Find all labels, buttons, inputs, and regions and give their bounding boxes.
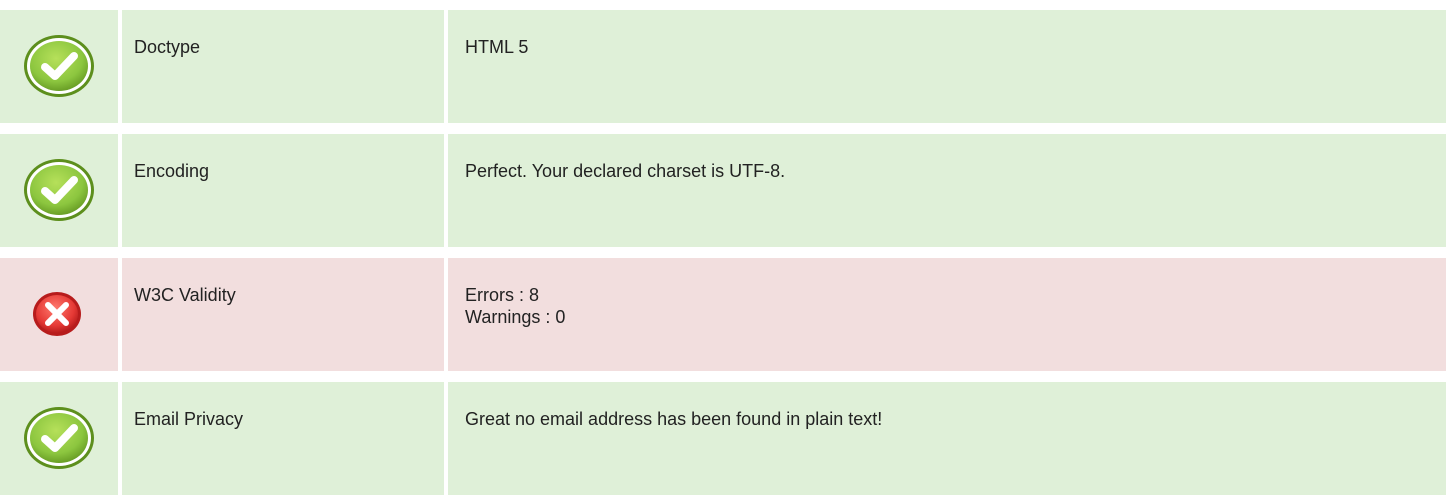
status-icon-cell: [0, 10, 118, 123]
check-row-doctype: Doctype HTML 5: [0, 10, 1446, 123]
check-circle-icon: [24, 407, 94, 469]
check-value-cell: Perfect. Your declared charset is UTF-8.: [448, 134, 1446, 247]
status-icon-cell: [0, 382, 118, 495]
check-value-errors: Errors : 8: [465, 285, 540, 305]
check-circle-icon: [24, 159, 94, 221]
check-value: HTML 5: [465, 37, 529, 57]
seo-check-table: Doctype HTML 5 Encoding Perfect. Your de…: [0, 0, 1446, 495]
check-circle-icon: [24, 35, 94, 97]
check-row-encoding: Encoding Perfect. Your declared charset …: [0, 134, 1446, 247]
status-icon-cell: [0, 134, 118, 247]
check-label-cell: W3C Validity: [122, 258, 444, 371]
check-label: Email Privacy: [134, 409, 244, 429]
check-label: Encoding: [134, 161, 210, 181]
check-label-cell: Doctype: [122, 10, 444, 123]
check-value-cell: Errors : 8 Warnings : 0: [448, 258, 1446, 371]
check-row-email-privacy: Email Privacy Great no email address has…: [0, 382, 1446, 495]
check-value: Perfect. Your declared charset is UTF-8.: [465, 161, 786, 181]
check-label: W3C Validity: [134, 285, 236, 305]
check-value-cell: Great no email address has been found in…: [448, 382, 1446, 495]
check-value: Great no email address has been found in…: [465, 409, 883, 429]
check-value-cell: HTML 5: [448, 10, 1446, 123]
check-value-warnings: Warnings : 0: [465, 307, 566, 327]
x-circle-icon: [33, 292, 81, 336]
check-label: Doctype: [134, 37, 201, 57]
check-row-w3c-validity: W3C Validity Errors : 8 Warnings : 0: [0, 258, 1446, 371]
check-label-cell: Encoding: [122, 134, 444, 247]
check-label-cell: Email Privacy: [122, 382, 444, 495]
status-icon-cell: [0, 258, 118, 371]
